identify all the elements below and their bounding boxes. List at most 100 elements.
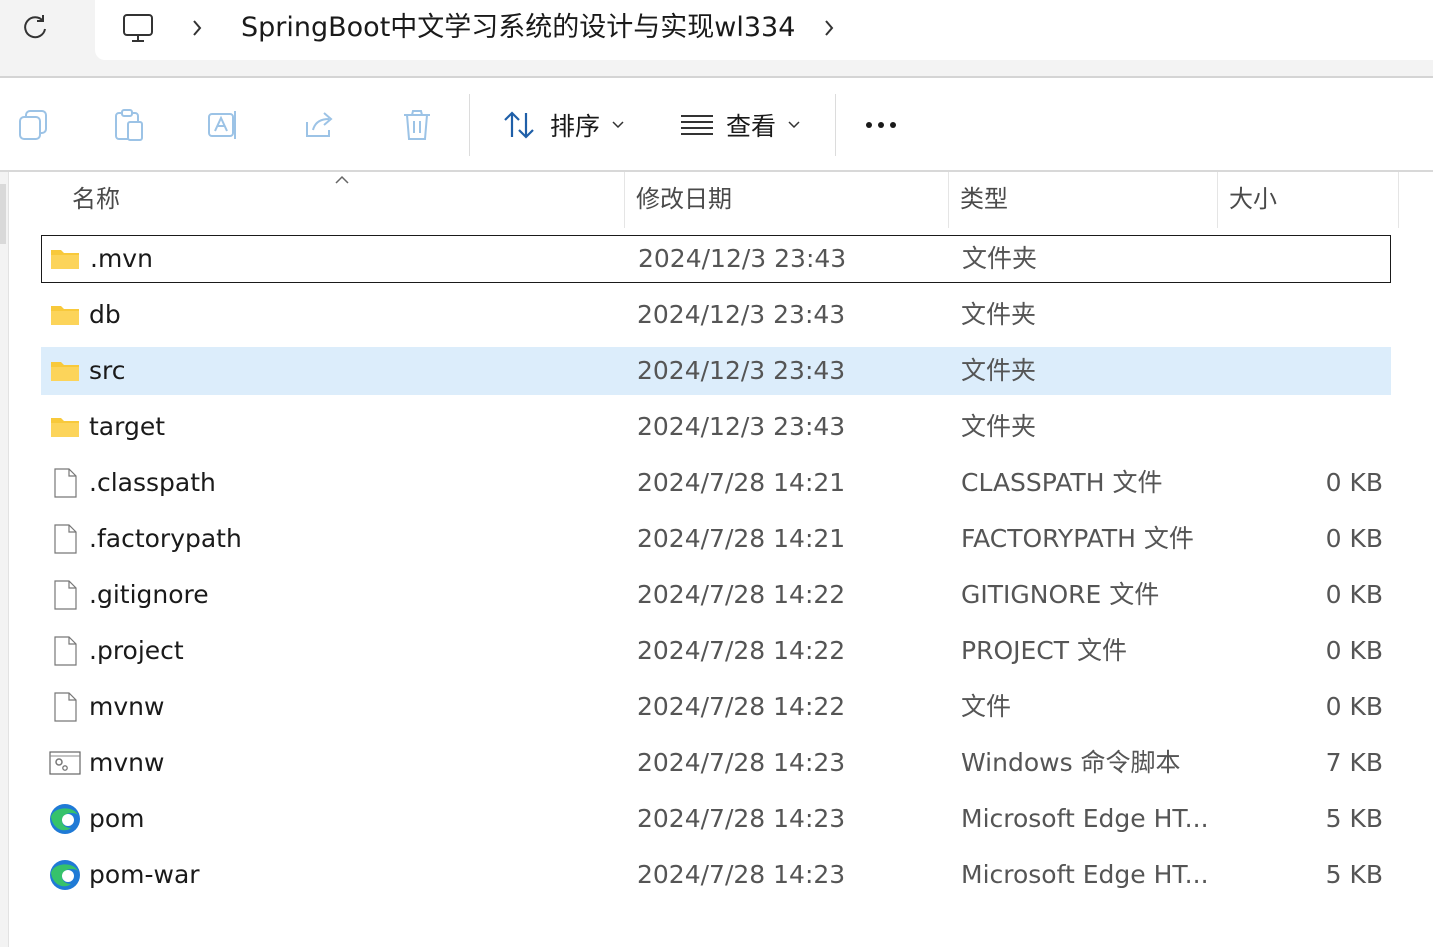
file-row[interactable]: mvnw 2024/7/28 14:23 Windows 命令脚本 7 KB	[41, 739, 1391, 787]
column-header-date-label: 修改日期	[636, 185, 732, 213]
file-date: 2024/7/28 14:21	[637, 468, 846, 497]
file-date: 2024/12/3 23:43	[638, 244, 847, 273]
folder-icon	[49, 411, 81, 443]
column-header-type[interactable]: 类型	[950, 172, 1218, 228]
file-date: 2024/7/28 14:23	[637, 748, 846, 777]
scrollbar-thumb[interactable]	[0, 184, 6, 244]
folder-icon	[49, 243, 81, 275]
file-name: .gitignore	[89, 580, 209, 609]
file-date: 2024/7/28 14:23	[637, 804, 846, 833]
copy-icon[interactable]	[17, 108, 51, 142]
toolbar-divider	[469, 94, 470, 156]
breadcrumb-folder[interactable]: SpringBoot中文学习系统的设计与实现wl334	[241, 9, 795, 47]
paste-icon[interactable]	[112, 108, 146, 142]
view-button[interactable]: 查看	[680, 102, 800, 148]
file-type: 文件夹	[961, 356, 1037, 385]
file-name: .mvn	[90, 244, 153, 273]
script-icon	[49, 747, 81, 779]
file-row[interactable]: src 2024/12/3 23:43 文件夹	[41, 347, 1391, 395]
file-date: 2024/7/28 14:22	[637, 580, 846, 609]
file-size: 7 KB	[1325, 748, 1383, 777]
file-icon	[49, 523, 81, 555]
file-type: 文件夹	[961, 412, 1037, 441]
file-row[interactable]: mvnw 2024/7/28 14:22 文件 0 KB	[41, 683, 1391, 731]
refresh-icon[interactable]	[20, 12, 50, 42]
column-header-name-label: 名称	[72, 185, 120, 213]
file-type: GITIGNORE 文件	[961, 580, 1160, 609]
sort-button[interactable]: 排序	[502, 102, 624, 148]
rename-icon[interactable]	[207, 108, 241, 142]
navigation-pane-edge[interactable]	[0, 172, 9, 947]
chevron-down-icon	[612, 121, 624, 129]
file-type: Microsoft Edge HT...	[961, 860, 1209, 889]
file-name: target	[89, 412, 166, 441]
file-type: Microsoft Edge HT...	[961, 804, 1209, 833]
file-date: 2024/7/28 14:23	[637, 860, 846, 889]
file-row[interactable]: .factorypath 2024/7/28 14:21 FACTORYPATH 文…	[41, 515, 1391, 563]
file-name: src	[89, 356, 126, 385]
file-list: .mvn 2024/12/3 23:43 文件夹 db 2024/12/3 23:43 文…	[41, 235, 1391, 907]
command-bar: 排序 查看	[0, 78, 1433, 172]
file-size: 0 KB	[1325, 636, 1383, 665]
column-header-size[interactable]: 大小	[1219, 172, 1399, 228]
file-row[interactable]: .classpath 2024/7/28 14:21 CLASSPATH 文件 0 K…	[41, 459, 1391, 507]
file-type: CLASSPATH 文件	[961, 468, 1163, 497]
file-date: 2024/12/3 23:43	[637, 300, 846, 329]
breadcrumb[interactable]: SpringBoot中文学习系统的设计与实现wl334	[95, 0, 1433, 60]
sort-label: 排序	[550, 112, 601, 141]
file-row[interactable]: .project 2024/7/28 14:22 PROJECT 文件 0 KB	[41, 627, 1391, 675]
folder-icon	[49, 355, 81, 387]
file-type: FACTORYPATH 文件	[961, 524, 1194, 553]
chevron-down-icon	[788, 121, 800, 129]
file-icon	[49, 691, 81, 723]
edge-icon	[49, 803, 81, 835]
file-name: mvnw	[89, 692, 165, 721]
address-bar-area: SpringBoot中文学习系统的设计与实现wl334	[0, 0, 1433, 78]
file-type: Windows 命令脚本	[961, 748, 1181, 777]
file-row[interactable]: .gitignore 2024/7/28 14:22 GITIGNORE 文件 0 K…	[41, 571, 1391, 619]
file-type: 文件夹	[962, 244, 1038, 273]
column-headers: 名称 修改日期 类型 大小	[40, 172, 1400, 228]
file-size: 0 KB	[1325, 580, 1383, 609]
column-header-type-label: 类型	[960, 185, 1008, 213]
file-name: pom	[89, 804, 145, 833]
file-row[interactable]: db 2024/12/3 23:43 文件夹	[41, 291, 1391, 339]
this-pc-icon[interactable]	[121, 13, 155, 49]
file-date: 2024/12/3 23:43	[637, 356, 846, 385]
share-icon[interactable]	[303, 108, 337, 142]
file-type: 文件	[961, 692, 1012, 721]
column-header-date[interactable]: 修改日期	[626, 172, 949, 228]
file-type: 文件夹	[961, 300, 1037, 329]
file-name: db	[89, 300, 121, 329]
view-icon	[681, 115, 713, 135]
file-icon	[49, 635, 81, 667]
file-type: PROJECT 文件	[961, 636, 1127, 665]
chevron-right-icon[interactable]	[187, 16, 207, 40]
edge-icon	[49, 859, 81, 891]
file-icon	[49, 467, 81, 499]
sort-icon	[504, 111, 534, 139]
file-size: 5 KB	[1325, 804, 1383, 833]
file-date: 2024/7/28 14:22	[637, 636, 846, 665]
column-header-size-label: 大小	[1229, 185, 1277, 213]
file-name: .classpath	[89, 468, 216, 497]
file-date: 2024/12/3 23:43	[637, 412, 846, 441]
chevron-right-icon[interactable]	[819, 16, 839, 40]
file-row[interactable]: pom 2024/7/28 14:23 Microsoft Edge HT... 5 …	[41, 795, 1391, 843]
file-size: 0 KB	[1325, 524, 1383, 553]
folder-icon	[49, 299, 81, 331]
delete-icon[interactable]	[400, 108, 434, 142]
file-row[interactable]: target 2024/12/3 23:43 文件夹	[41, 403, 1391, 451]
toolbar-divider	[835, 94, 836, 156]
file-row[interactable]: pom-war 2024/7/28 14:23 Microsoft Edge HT.…	[41, 851, 1391, 899]
file-icon	[49, 579, 81, 611]
sort-ascending-icon	[335, 170, 349, 189]
file-size: 0 KB	[1325, 468, 1383, 497]
file-name: mvnw	[89, 748, 165, 777]
file-date: 2024/7/28 14:22	[637, 692, 846, 721]
more-options-icon[interactable]	[866, 122, 896, 128]
file-name: .project	[89, 636, 184, 665]
file-row[interactable]: .mvn 2024/12/3 23:43 文件夹	[41, 235, 1391, 283]
file-name: .factorypath	[89, 524, 242, 553]
file-date: 2024/7/28 14:21	[637, 524, 846, 553]
